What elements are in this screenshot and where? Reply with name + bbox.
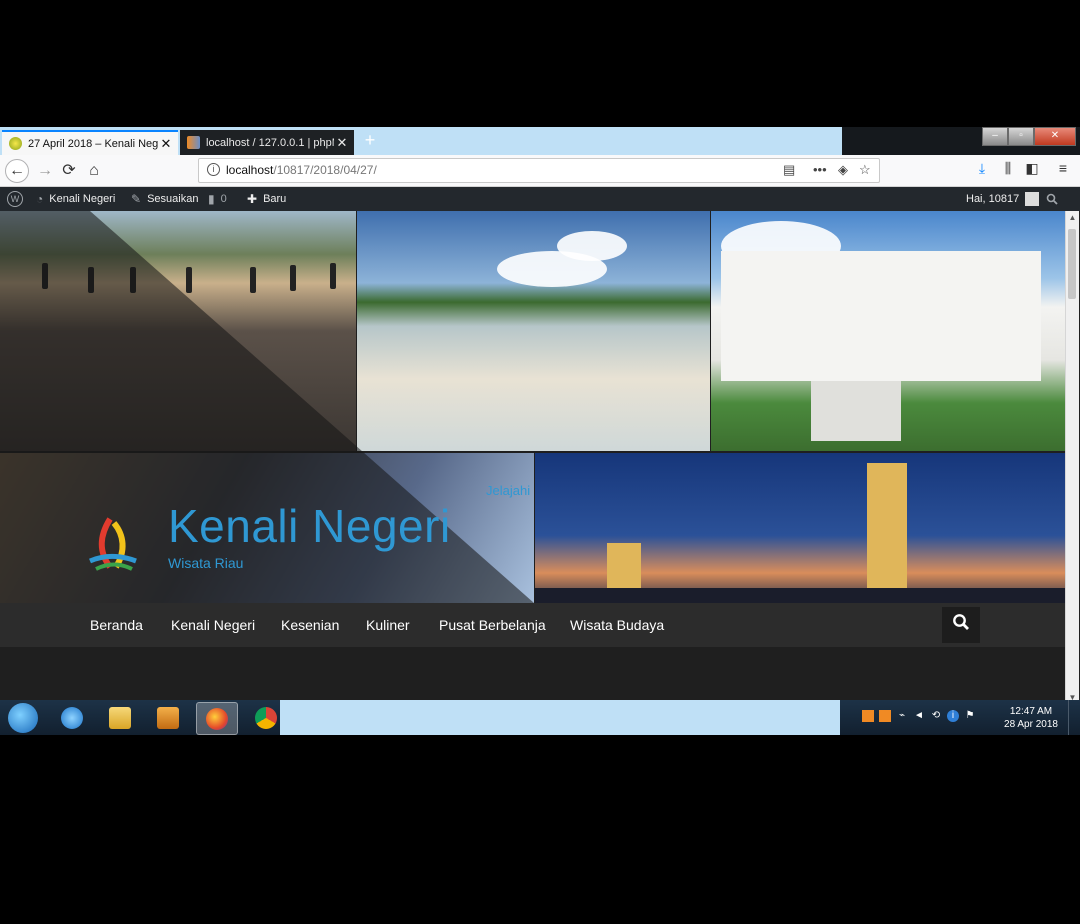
system-tray: ⌁ ◄ ⟲ i ⚑	[862, 710, 976, 722]
firefox-icon	[206, 707, 228, 730]
site-search-button[interactable]	[942, 607, 980, 643]
close-window-button[interactable]: ✕	[1034, 127, 1076, 146]
url-host: localhost	[226, 163, 274, 177]
taskbar-ie[interactable]	[52, 702, 92, 733]
admin-customize-link[interactable]: ✎ Sesuaikan	[131, 187, 198, 211]
menu-item-kesenian[interactable]: Kesenian	[281, 603, 339, 647]
clock-date: 28 Apr 2018	[1004, 719, 1058, 730]
taskbar-firefox[interactable]	[196, 702, 238, 735]
start-button[interactable]	[8, 703, 38, 733]
admin-account-link[interactable]: Hai, 10817	[966, 187, 1040, 211]
taskbar-chrome[interactable]	[246, 702, 286, 733]
admin-new-label: Baru	[263, 193, 287, 205]
url-path: /10817/2018/04/27/	[273, 163, 377, 177]
admin-new-link[interactable]: ✚ Baru	[247, 187, 286, 211]
site-description: Wisata Riau	[168, 555, 244, 571]
sidebar-icon[interactable]: ◧	[1022, 160, 1042, 177]
admin-site-name: Kenali Negeri	[49, 193, 116, 205]
comments-count: 0	[220, 193, 227, 205]
back-button[interactable]: ←	[5, 159, 29, 183]
xampp-tray-icon[interactable]	[862, 710, 874, 722]
taskbar-media-player[interactable]	[148, 702, 188, 733]
site-info-icon[interactable]: i	[207, 163, 220, 176]
menu-item-beranda[interactable]: Beranda	[90, 603, 143, 647]
close-tab-icon[interactable]: ✕	[334, 135, 350, 151]
tab-title: 27 April 2018 – Kenali Negeri	[28, 137, 158, 150]
site-tagline: Jelajahi	[486, 483, 531, 498]
tab-strip: 27 April 2018 – Kenali Negeri ✕ localhos…	[0, 127, 1080, 155]
media-player-icon	[157, 706, 179, 729]
page-scrollbar[interactable]: ▲ ▼	[1065, 211, 1079, 704]
pocket-icon[interactable]: ◈	[838, 162, 848, 178]
main-menu: Beranda Kenali Negeri Kesenian Kuliner P…	[0, 603, 1065, 647]
brush-icon: ✎	[131, 192, 142, 206]
content-area	[0, 647, 1065, 704]
internet-explorer-icon	[61, 706, 83, 729]
url-bar[interactable]: i localhost/10817/2018/04/27/ ▤ ••• ◈ ☆	[198, 158, 880, 183]
scroll-up-icon[interactable]: ▲	[1066, 213, 1079, 222]
downloads-icon[interactable]: ⤓	[972, 160, 992, 177]
tab-title: localhost / 127.0.0.1 | phpMyAd	[206, 136, 334, 149]
admin-site-link[interactable]: ◔ Kenali Negeri	[36, 187, 115, 211]
page-actions-icon[interactable]: •••	[813, 162, 827, 177]
reader-view-icon[interactable]: ▤	[783, 162, 795, 178]
window-controls: – ▫ ✕	[982, 127, 1076, 146]
wp-logo-icon[interactable]: W	[7, 187, 23, 211]
site-title[interactable]: Kenali Negeri	[168, 499, 451, 553]
minimize-button[interactable]: –	[982, 127, 1008, 146]
comment-icon: ▮	[208, 192, 215, 206]
avatar	[1025, 192, 1040, 206]
library-icon[interactable]: ⫼	[998, 160, 1018, 177]
search-icon	[953, 614, 969, 630]
taskbar-clock[interactable]: 12:47 AM 28 Apr 2018	[1000, 705, 1062, 731]
reload-button[interactable]: ⟳	[57, 159, 81, 183]
close-tab-icon[interactable]: ✕	[158, 136, 174, 152]
bookmark-star-icon[interactable]: ☆	[859, 162, 871, 178]
site-favicon-icon	[9, 137, 22, 150]
tab-kenali-negeri[interactable]: 27 April 2018 – Kenali Negeri ✕	[2, 130, 178, 155]
clock-time: 12:47 AM	[1009, 706, 1053, 717]
header-photo-palace	[711, 211, 1065, 451]
action-center-flag-icon[interactable]: ⚑	[964, 710, 976, 722]
sync-tray-icon[interactable]: ⟲	[930, 710, 942, 722]
show-desktop-button[interactable]	[1068, 700, 1080, 735]
phpmyadmin-favicon-icon	[187, 136, 200, 149]
info-tray-icon[interactable]: i	[947, 710, 959, 722]
menu-item-wisata-budaya[interactable]: Wisata Budaya	[570, 603, 664, 647]
folder-icon	[109, 706, 131, 729]
dashboard-icon: ◔	[36, 192, 44, 206]
menu-item-kenali-negeri[interactable]: Kenali Negeri	[171, 603, 255, 647]
header-photo-bridge	[535, 453, 1065, 603]
xampp-control-tray-icon[interactable]	[879, 710, 891, 722]
admin-search-icon[interactable]	[1046, 187, 1058, 211]
volume-icon[interactable]: ◄	[913, 710, 925, 722]
taskbar-explorer[interactable]	[100, 702, 140, 733]
taskbar: ⌁ ◄ ⟲ i ⚑ 12:47 AM 28 Apr 2018	[0, 700, 1080, 735]
plus-icon: ✚	[247, 192, 258, 206]
menu-hamburger-icon[interactable]: ≡	[1053, 160, 1073, 176]
admin-comments-link[interactable]: ▮ 0	[208, 187, 227, 211]
menu-item-kuliner[interactable]: Kuliner	[366, 603, 410, 647]
admin-greeting: Hai, 10817	[966, 193, 1020, 205]
admin-customize-label: Sesuaikan	[147, 193, 199, 205]
network-tray-icon[interactable]: ⌁	[896, 710, 908, 722]
scroll-thumb[interactable]	[1068, 229, 1076, 299]
site-logo	[89, 517, 137, 571]
home-button[interactable]: ⌂	[82, 159, 106, 183]
chrome-icon	[255, 706, 277, 729]
screen: 27 April 2018 – Kenali Negeri ✕ localhos…	[0, 127, 1080, 735]
tab-phpmyadmin[interactable]: localhost / 127.0.0.1 | phpMyAd ✕	[180, 130, 354, 155]
menu-item-pusat-berbelanja[interactable]: Pusat Berbelanja	[439, 603, 546, 647]
maximize-button[interactable]: ▫	[1008, 127, 1034, 146]
forward-button[interactable]: →	[33, 159, 57, 183]
nav-toolbar: ← → ⟳ ⌂ i localhost/10817/2018/04/27/ ▤ …	[0, 155, 1080, 187]
new-tab-button[interactable]: +	[360, 130, 380, 151]
page-content: Kenali Negeri Wisata Riau Jelajahi Beran…	[0, 211, 1065, 704]
wp-admin-bar: W ◔ Kenali Negeri ✎ Sesuaikan ▮ 0 ✚ Baru…	[0, 187, 1080, 211]
